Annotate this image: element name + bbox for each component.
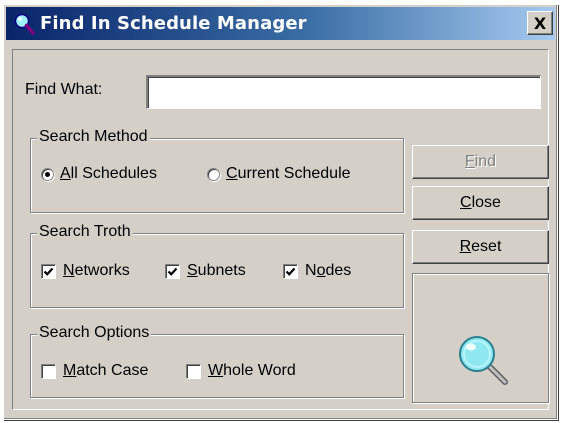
find-dialog: Find In Schedule Manager X Find What: Se…	[3, 4, 558, 420]
checkbox-box	[41, 363, 56, 379]
close-button-label: Close	[460, 194, 501, 211]
reset-button-label: Reset	[459, 238, 502, 255]
reset-button[interactable]: Reset	[412, 230, 549, 264]
find-what-input[interactable]	[146, 75, 541, 109]
magnifier-icon	[459, 336, 508, 385]
magnifier-icon	[14, 13, 35, 35]
checkmark-icon	[167, 267, 178, 276]
window-title: Find In Schedule Manager	[40, 13, 307, 34]
checkbox-whole-word[interactable]: Whole Word	[186, 362, 296, 380]
close-button[interactable]: Close	[412, 186, 549, 220]
close-window-button[interactable]: X	[527, 11, 553, 35]
radio-current-schedule-label: Current Schedule	[226, 165, 351, 182]
search-method-title: Search Method	[37, 128, 150, 146]
checkbox-subnets-label: Subnets	[187, 262, 246, 279]
checkmark-icon	[43, 267, 54, 276]
checkbox-subnets[interactable]: Subnets	[165, 262, 246, 280]
dialog-body: Find What: Search Method All Schedules C…	[12, 49, 549, 410]
search-options-group: Search Options Match Case Whole Word	[30, 324, 404, 398]
checkbox-box	[165, 263, 180, 279]
find-button[interactable]: Find	[412, 145, 549, 179]
radio-all-schedules[interactable]: All Schedules	[41, 165, 157, 183]
checkbox-networks[interactable]: Networks	[41, 262, 130, 280]
checkbox-match-case[interactable]: Match Case	[41, 362, 148, 380]
checkbox-whole-word-label: Whole Word	[208, 362, 296, 379]
radio-current-schedule[interactable]: Current Schedule	[207, 165, 351, 183]
search-troth-title: Search Troth	[37, 223, 133, 241]
checkbox-match-case-label: Match Case	[63, 362, 149, 379]
checkbox-box	[186, 363, 201, 379]
checkbox-box	[41, 263, 56, 279]
radio-indicator	[41, 167, 54, 181]
checkbox-nodes-label: Nodes	[305, 262, 352, 279]
checkbox-nodes[interactable]: Nodes	[283, 262, 351, 280]
checkbox-networks-label: Networks	[63, 262, 130, 279]
checkbox-box	[283, 263, 298, 279]
search-troth-group: Search Troth Networks Subnets Nodes	[30, 223, 404, 308]
search-icon-panel	[412, 273, 549, 403]
search-method-group: Search Method All Schedules Current Sche…	[30, 128, 404, 213]
close-icon: X	[533, 13, 547, 33]
title-bar[interactable]: Find In Schedule Manager X	[6, 7, 555, 40]
find-what-label: Find What:	[25, 81, 103, 98]
radio-all-schedules-label: All Schedules	[60, 165, 157, 182]
checkmark-icon	[285, 267, 296, 276]
find-button-label: Find	[464, 153, 497, 170]
radio-indicator	[207, 167, 220, 181]
search-options-title: Search Options	[37, 324, 152, 342]
